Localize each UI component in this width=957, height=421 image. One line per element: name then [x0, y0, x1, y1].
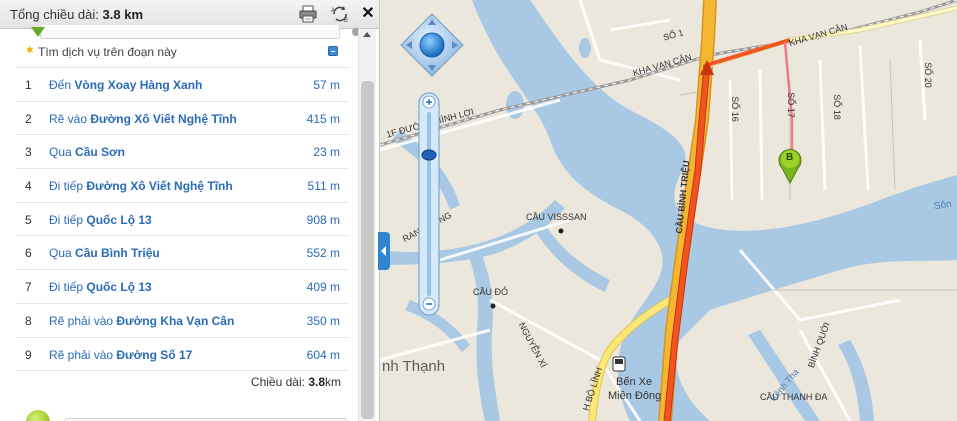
step-action: Đến — [49, 78, 72, 92]
step-number: 3 — [25, 145, 32, 160]
end-marker-icon — [26, 410, 50, 421]
step-number: 2 — [25, 111, 32, 126]
step-distance: 908 m — [306, 212, 340, 227]
svg-text:B: B — [344, 18, 348, 23]
step-distance: 409 m — [306, 280, 340, 295]
step-instruction[interactable]: Đi tiếp Quốc Lộ 13 — [49, 280, 152, 294]
step-instruction[interactable]: Rẽ phải vào Đường Kha Vạn Cân — [49, 314, 234, 328]
step-road: Đường Xô Viết Nghệ Tĩnh — [86, 179, 233, 194]
find-services-label: Tìm dịch vụ trên đoạn này — [38, 45, 177, 59]
zoom-handle[interactable] — [421, 149, 437, 161]
route-step[interactable]: 8 Rẽ phải vào Đường Kha Vạn Cân 350 m — [16, 304, 348, 338]
step-road: Vòng Xoay Hàng Xanh — [74, 78, 203, 92]
route-step[interactable]: 6 Qua Cầu Bình Triệu 552 m — [16, 236, 348, 271]
scroll-up-icon[interactable] — [363, 32, 371, 37]
route-length-summary: Chiều dài: 3.8km — [16, 375, 341, 389]
step-road: Cầu Sơn — [75, 145, 125, 160]
step-road: Quốc Lộ 13 — [86, 212, 152, 227]
step-number: 1 — [25, 78, 32, 92]
ab-swap-icon[interactable]: A B — [330, 5, 350, 23]
pan-control[interactable] — [399, 12, 465, 78]
step-distance: 604 m — [306, 347, 340, 362]
route-length-unit: km — [325, 375, 341, 389]
step-road: Cầu Bình Triệu — [75, 246, 160, 261]
directions-panel: Tổng chiều dài: 3.8 km A B ✕ ✱ Tìm dịch … — [0, 0, 380, 421]
directions-list: ✱ Tìm dịch vụ trên đoạn này 1 Đến Vòng Xo… — [0, 25, 379, 421]
step-distance: 23 m — [313, 145, 340, 160]
scroll-thumb[interactable] — [361, 81, 374, 419]
print-icon[interactable] — [298, 5, 318, 23]
step-distance: 511 m — [307, 179, 340, 194]
step-action: Qua — [49, 246, 72, 261]
route-steps: 1 Đến Vòng Xoay Hàng Xanh 57 m 2 Rẽ vào Đườn… — [16, 68, 348, 372]
find-services-row[interactable]: ✱ Tìm dịch vụ trên đoạn này — [16, 29, 348, 68]
step-instruction[interactable]: Rẽ phải vào Đường Số 17 — [49, 348, 192, 362]
step-action: Đi tiếp — [49, 280, 84, 295]
step-action: Đi tiếp — [49, 212, 84, 227]
total-length-label: Tổng chiều dài: — [10, 7, 99, 22]
route-step[interactable]: 9 Rẽ phải vào Đường Số 17 604 m — [16, 338, 348, 372]
star-icon: ✱ — [26, 45, 34, 55]
map-label-binh-thanh: nh Thạnh — [382, 358, 446, 375]
total-length-value: 3.8 km — [102, 7, 144, 22]
map-label-ben-xe: Bến Xe — [616, 376, 653, 388]
step-action: Đi tiếp — [49, 179, 84, 194]
route-step[interactable]: 3 Qua Cầu Sơn 23 m — [16, 135, 348, 170]
route-step[interactable]: 1 Đến Vòng Xoay Hàng Xanh 57 m — [16, 68, 348, 102]
map-canvas[interactable]: SỐ 1 KHA VẠN CÂN KHA VẠN CÂN SỐ 20 SỐ 16… — [380, 0, 957, 421]
map-label-so16: SỐ 16 — [729, 96, 740, 122]
step-road: Đường Xô Viết Nghệ Tĩnh — [90, 111, 237, 126]
step-action: Rẽ phải vào — [49, 313, 114, 328]
map-label-cau-visssan: CẦU VISSSAN — [526, 212, 587, 222]
step-distance: 57 m — [313, 78, 340, 92]
step-road: Đường Số 17 — [116, 347, 193, 362]
step-road: Quốc Lộ 13 — [86, 280, 152, 295]
step-instruction[interactable]: Đi tiếp Đường Xô Viết Nghệ Tĩnh — [49, 179, 233, 193]
map-label-mien-dong: Miền Đông — [608, 390, 662, 402]
step-number: 8 — [25, 313, 32, 328]
route-step[interactable]: 2 Rẽ vào Đường Xô Viết Nghệ Tĩnh 415 m — [16, 102, 348, 136]
step-action: Rẽ phải vào — [49, 347, 114, 362]
step-instruction[interactable]: Qua Cầu Sơn — [49, 145, 125, 159]
step-number: 7 — [25, 280, 32, 295]
step-instruction[interactable]: Rẽ vào Đường Xô Viết Nghệ Tĩnh — [49, 112, 237, 126]
route-step[interactable]: 7 Đi tiếp Quốc Lộ 13 409 m — [16, 270, 348, 304]
map-label-so20: SỐ 20 — [922, 62, 933, 88]
step-action: Qua — [49, 145, 72, 160]
step-distance: 350 m — [306, 313, 340, 328]
step-number: 4 — [25, 179, 32, 194]
total-length: Tổng chiều dài: 3.8 km — [10, 7, 143, 22]
route-length-label: Chiều dài: — [250, 375, 305, 389]
panel-scrollbar[interactable] — [358, 29, 376, 421]
step-number: 6 — [25, 246, 32, 261]
map-label-so18: SỐ 18 — [831, 94, 842, 120]
step-road: Đường Kha Vạn Cân — [116, 313, 235, 328]
zoom-slider[interactable] — [418, 92, 440, 316]
step-number: 5 — [25, 212, 32, 227]
map-label-so17: SỐ 17 — [785, 92, 796, 118]
route-length-value: 3.8 — [308, 375, 325, 389]
step-distance: 552 m — [306, 246, 340, 261]
map-marker-b[interactable]: B — [786, 152, 793, 163]
map-label-cau-do: CẦU ĐỎ — [473, 287, 509, 297]
route-step[interactable]: 4 Đi tiếp Đường Xô Viết Nghệ Tĩnh 511 m — [16, 169, 348, 203]
close-icon[interactable]: ✕ — [360, 5, 376, 23]
step-instruction[interactable]: Qua Cầu Bình Triệu — [49, 246, 160, 260]
route-step[interactable]: 5 Đi tiếp Quốc Lộ 13 908 m — [16, 203, 348, 237]
step-action: Rẽ vào — [49, 111, 88, 126]
step-instruction[interactable]: Đến Vòng Xoay Hàng Xanh — [49, 78, 202, 92]
collapse-toggle-icon[interactable] — [328, 46, 338, 56]
step-distance: 415 m — [306, 111, 340, 126]
svg-text:A: A — [331, 8, 335, 14]
step-instruction[interactable]: Đi tiếp Quốc Lộ 13 — [49, 213, 152, 227]
step-number: 9 — [25, 347, 32, 362]
collapse-panel-button[interactable] — [378, 232, 390, 270]
